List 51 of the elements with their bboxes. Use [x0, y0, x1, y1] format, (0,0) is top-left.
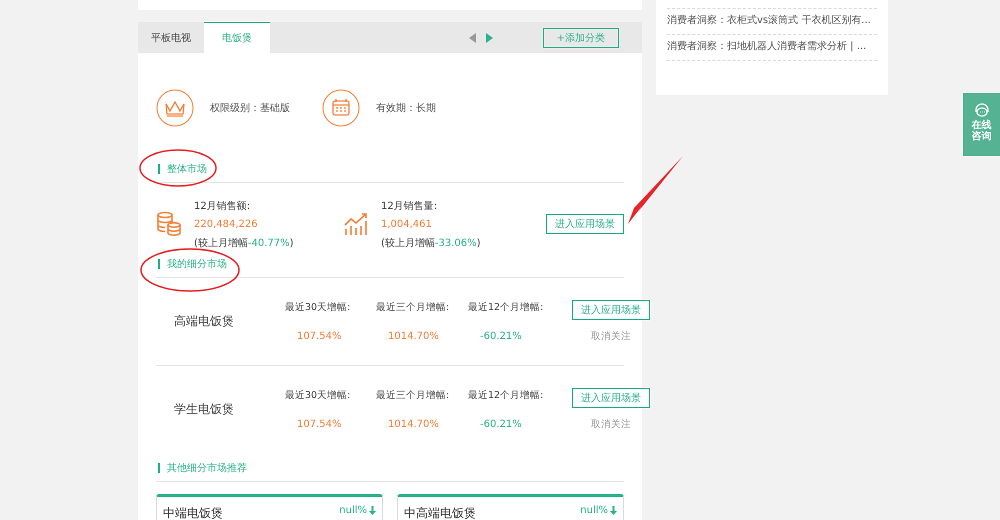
metric-label: 最近三个月增幅:	[376, 389, 450, 402]
metric-value: 1014.70%	[387, 331, 440, 342]
stat-change: (较上月增幅-33.06%)	[381, 236, 481, 250]
metric-label: 最近三个月增幅:	[376, 301, 450, 314]
section-title: 其他细分市场推荐	[167, 462, 247, 475]
change-value: null%	[580, 505, 608, 516]
unfollow-link[interactable]: 取消关注	[591, 418, 631, 431]
section-title: 整体市场	[167, 162, 207, 176]
change-value: null%	[339, 505, 367, 516]
stat-label: 12月销售量:	[381, 200, 438, 212]
metric-label: 最近12个月增幅:	[468, 389, 544, 402]
calendar-icon	[322, 89, 360, 127]
headset-icon	[974, 103, 988, 117]
metric-value: 107.54%	[296, 419, 342, 430]
stat-value: 1,004,461	[381, 218, 433, 230]
metric-label: 最近30天增幅:	[285, 389, 352, 402]
metric-value: 1014.70%	[387, 419, 440, 430]
unfollow-link[interactable]: 取消关注	[591, 330, 631, 343]
enter-scene-button[interactable]: 进入应用场景	[572, 300, 650, 320]
stat-value: 220,484,226	[194, 218, 259, 230]
stat-label: 12月销售额:	[194, 200, 252, 212]
metric-value: 107.54%	[296, 331, 342, 342]
segment-name: 中高端电饭煲	[404, 505, 476, 520]
news-link[interactable]: 消费者洞察：扫地机器人消费者需求分析 | ...	[667, 35, 877, 61]
annotation-arrow	[628, 156, 683, 224]
metric-label: 最近12个月增幅:	[468, 301, 544, 314]
next-icon[interactable]	[486, 32, 493, 42]
metric-label: 最近30天增幅:	[285, 301, 352, 314]
metric-value: -60.21%	[479, 419, 523, 430]
stat-change: (较上月增幅-40.77%)	[194, 236, 294, 250]
add-category-button[interactable]: +添加分类	[542, 28, 619, 48]
down-arrow-icon	[610, 506, 617, 515]
category-tab[interactable]: 平板电视	[138, 22, 204, 53]
segment-name: 高端电饭煲	[174, 313, 235, 330]
info-text: 权限级别：基础版	[210, 102, 290, 115]
segment-name: 中端电饭煲	[163, 505, 223, 520]
growth-chart-icon	[343, 211, 369, 237]
enter-scene-button[interactable]: 进入应用场景	[572, 388, 650, 408]
metric-value: -60.21%	[479, 331, 523, 342]
enter-scene-button[interactable]: 进入应用场景	[546, 214, 624, 234]
online-consult-button[interactable]: 在线咨询	[963, 93, 1000, 156]
info-text: 有效期：长期	[376, 102, 436, 115]
down-arrow-icon	[369, 506, 376, 515]
segment-name: 学生电饭煲	[174, 401, 235, 418]
segment-card[interactable]: 中高端电饭煲 null%	[397, 494, 624, 520]
news-link[interactable]: 消费者洞察：衣柜式vs滚筒式 干衣机区别有...	[667, 9, 877, 35]
crown-icon	[156, 89, 194, 127]
segment-card[interactable]: 中端电饭煲 null%	[156, 494, 383, 520]
section-title: 我的细分市场	[167, 258, 227, 271]
category-tab[interactable]: 电饭煲	[204, 22, 270, 53]
coins-icon	[156, 211, 182, 237]
